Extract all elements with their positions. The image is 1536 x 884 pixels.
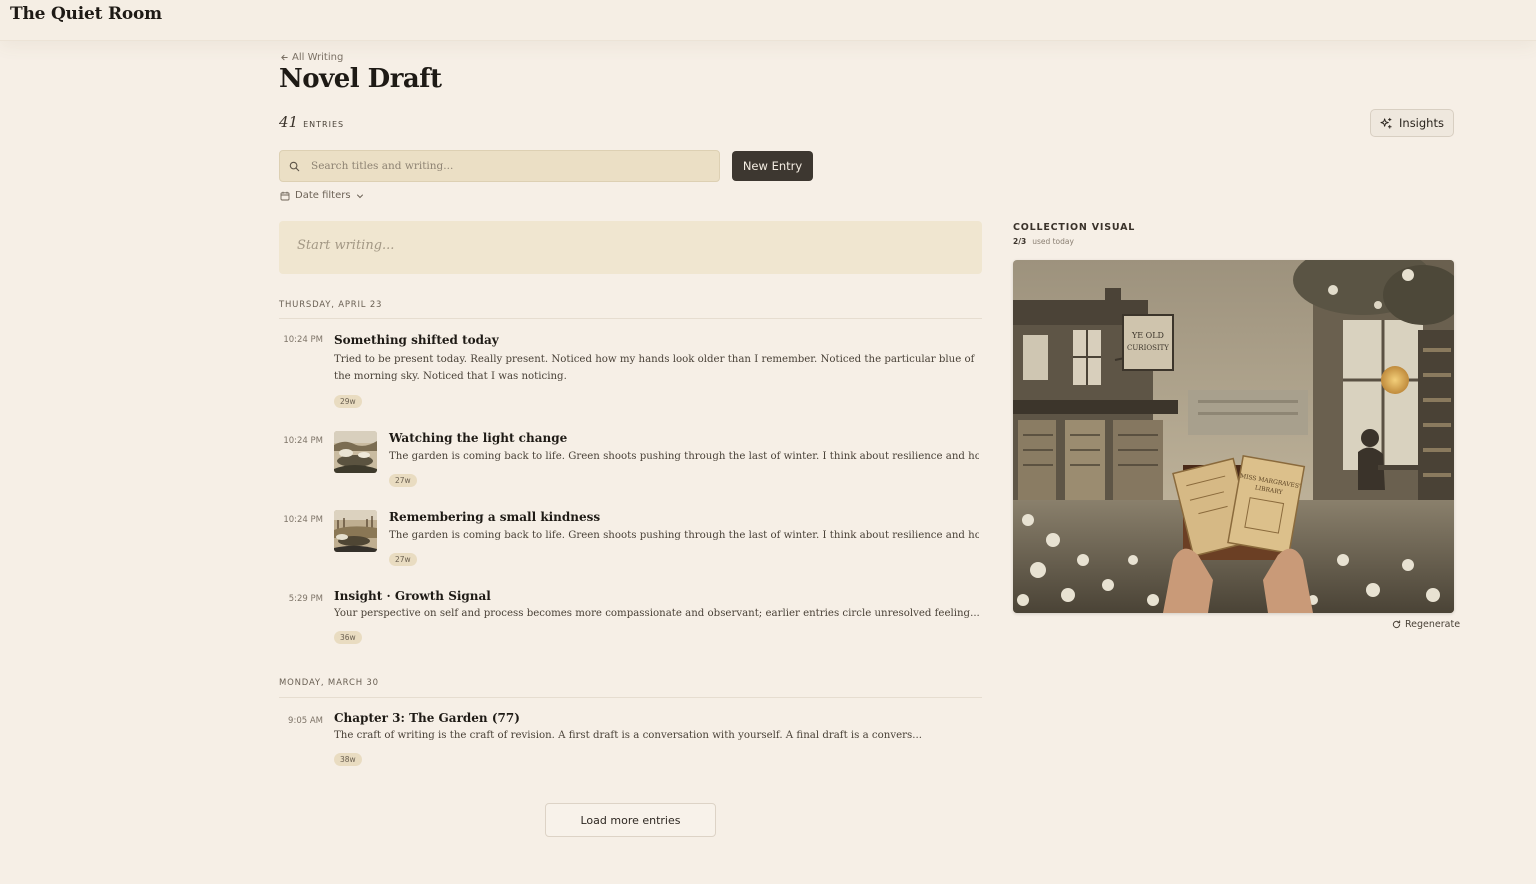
sign-text: YE OLD xyxy=(1131,331,1164,340)
entry-thumbnail xyxy=(334,510,377,552)
entry-excerpt: The garden is coming back to life. Green… xyxy=(389,530,979,541)
quick-compose-area[interactable]: Start writing... xyxy=(279,221,982,274)
search-input[interactable] xyxy=(309,159,693,173)
search-icon xyxy=(289,161,300,171)
collection-visual-image[interactable]: YE OLD CURIOSITY MISS MARGRAVES' LIBRARY xyxy=(1013,260,1454,613)
brand-logo[interactable]: The Quiet Room xyxy=(10,4,162,24)
entry-title[interactable]: Remembering a small kindness xyxy=(389,510,600,524)
entry-title[interactable]: Insight · Growth Signal xyxy=(334,589,491,603)
sparkles-icon xyxy=(1380,117,1392,129)
journal-entry[interactable]: 10:24 PM Something shifted today Tried t… xyxy=(279,330,982,410)
word-count-badge: 27w xyxy=(389,553,417,566)
word-count-badge: 27w xyxy=(389,474,417,487)
journal-entry[interactable]: 9:05 AM Chapter 3: The Garden (77) The c… xyxy=(279,711,982,766)
top-bar: The Quiet Room xyxy=(0,0,1536,41)
usage-count: 2/3 xyxy=(1013,237,1027,246)
entry-count-number: 41 xyxy=(279,113,299,131)
regenerate-button[interactable]: Regenerate xyxy=(1392,619,1460,630)
day-heading: MONDAY, MARCH 30 xyxy=(279,678,379,688)
new-entry-button[interactable]: New Entry xyxy=(732,151,813,181)
load-more-button[interactable]: Load more entries xyxy=(545,803,716,837)
regenerate-label: Regenerate xyxy=(1405,619,1461,630)
insights-button[interactable]: Insights xyxy=(1370,109,1454,137)
compose-placeholder: Start writing... xyxy=(297,238,395,253)
entry-count: 41 ENTRIES xyxy=(279,113,344,131)
entry-time: 10:24 PM xyxy=(283,515,323,525)
entry-excerpt: Tried to be present today. Really presen… xyxy=(334,354,975,382)
entry-title[interactable]: Something shifted today xyxy=(334,333,499,347)
entry-time: 9:05 AM xyxy=(288,716,323,726)
entry-excerpt: The garden is coming back to life. Green… xyxy=(389,451,979,462)
day-divider xyxy=(279,318,982,319)
arrow-left-icon xyxy=(281,54,288,61)
date-filters-label: Date filters xyxy=(295,190,351,201)
generation-usage: 2/3 used today xyxy=(1013,237,1074,246)
entry-time: 10:24 PM xyxy=(283,335,323,345)
calendar-icon xyxy=(280,191,290,200)
search-bar xyxy=(279,150,720,182)
chevron-down-icon xyxy=(356,194,363,198)
page-title: Novel Draft xyxy=(279,64,442,94)
journal-entry[interactable]: 10:24 PM Remembering a small kindness Th… xyxy=(279,510,982,566)
word-count-badge: 36w xyxy=(334,631,362,644)
insights-label: Insights xyxy=(1399,116,1444,130)
usage-label: used today xyxy=(1032,237,1074,246)
entry-thumbnail xyxy=(334,431,377,473)
date-filters-toggle[interactable]: Date filters xyxy=(280,190,364,201)
word-count-badge: 29w xyxy=(334,395,362,408)
entry-count-label: ENTRIES xyxy=(303,120,345,129)
journal-entry[interactable]: 5:29 PM Insight · Growth Signal Your per… xyxy=(279,589,982,644)
entry-title[interactable]: Chapter 3: The Garden (77) xyxy=(334,711,520,725)
day-divider xyxy=(279,697,982,698)
word-count-badge: 38w xyxy=(334,753,362,766)
entry-time: 10:24 PM xyxy=(283,436,323,446)
day-heading: THURSDAY, APRIL 23 xyxy=(279,300,383,310)
svg-text:CURIOSITY: CURIOSITY xyxy=(1127,344,1169,352)
back-link-label: All Writing xyxy=(292,52,344,63)
collection-visual-title: COLLECTION VISUAL xyxy=(1013,222,1136,233)
entry-excerpt: The craft of writing is the craft of rev… xyxy=(334,730,922,741)
journal-entry[interactable]: 10:24 PM Watching the light change The g… xyxy=(279,431,982,487)
entry-title[interactable]: Watching the light change xyxy=(389,431,567,445)
back-to-all-writing-link[interactable]: All Writing xyxy=(280,52,343,63)
refresh-icon xyxy=(1392,620,1401,629)
entry-time: 5:29 PM xyxy=(288,594,323,604)
entry-excerpt: Your perspective on self and process bec… xyxy=(334,608,979,619)
